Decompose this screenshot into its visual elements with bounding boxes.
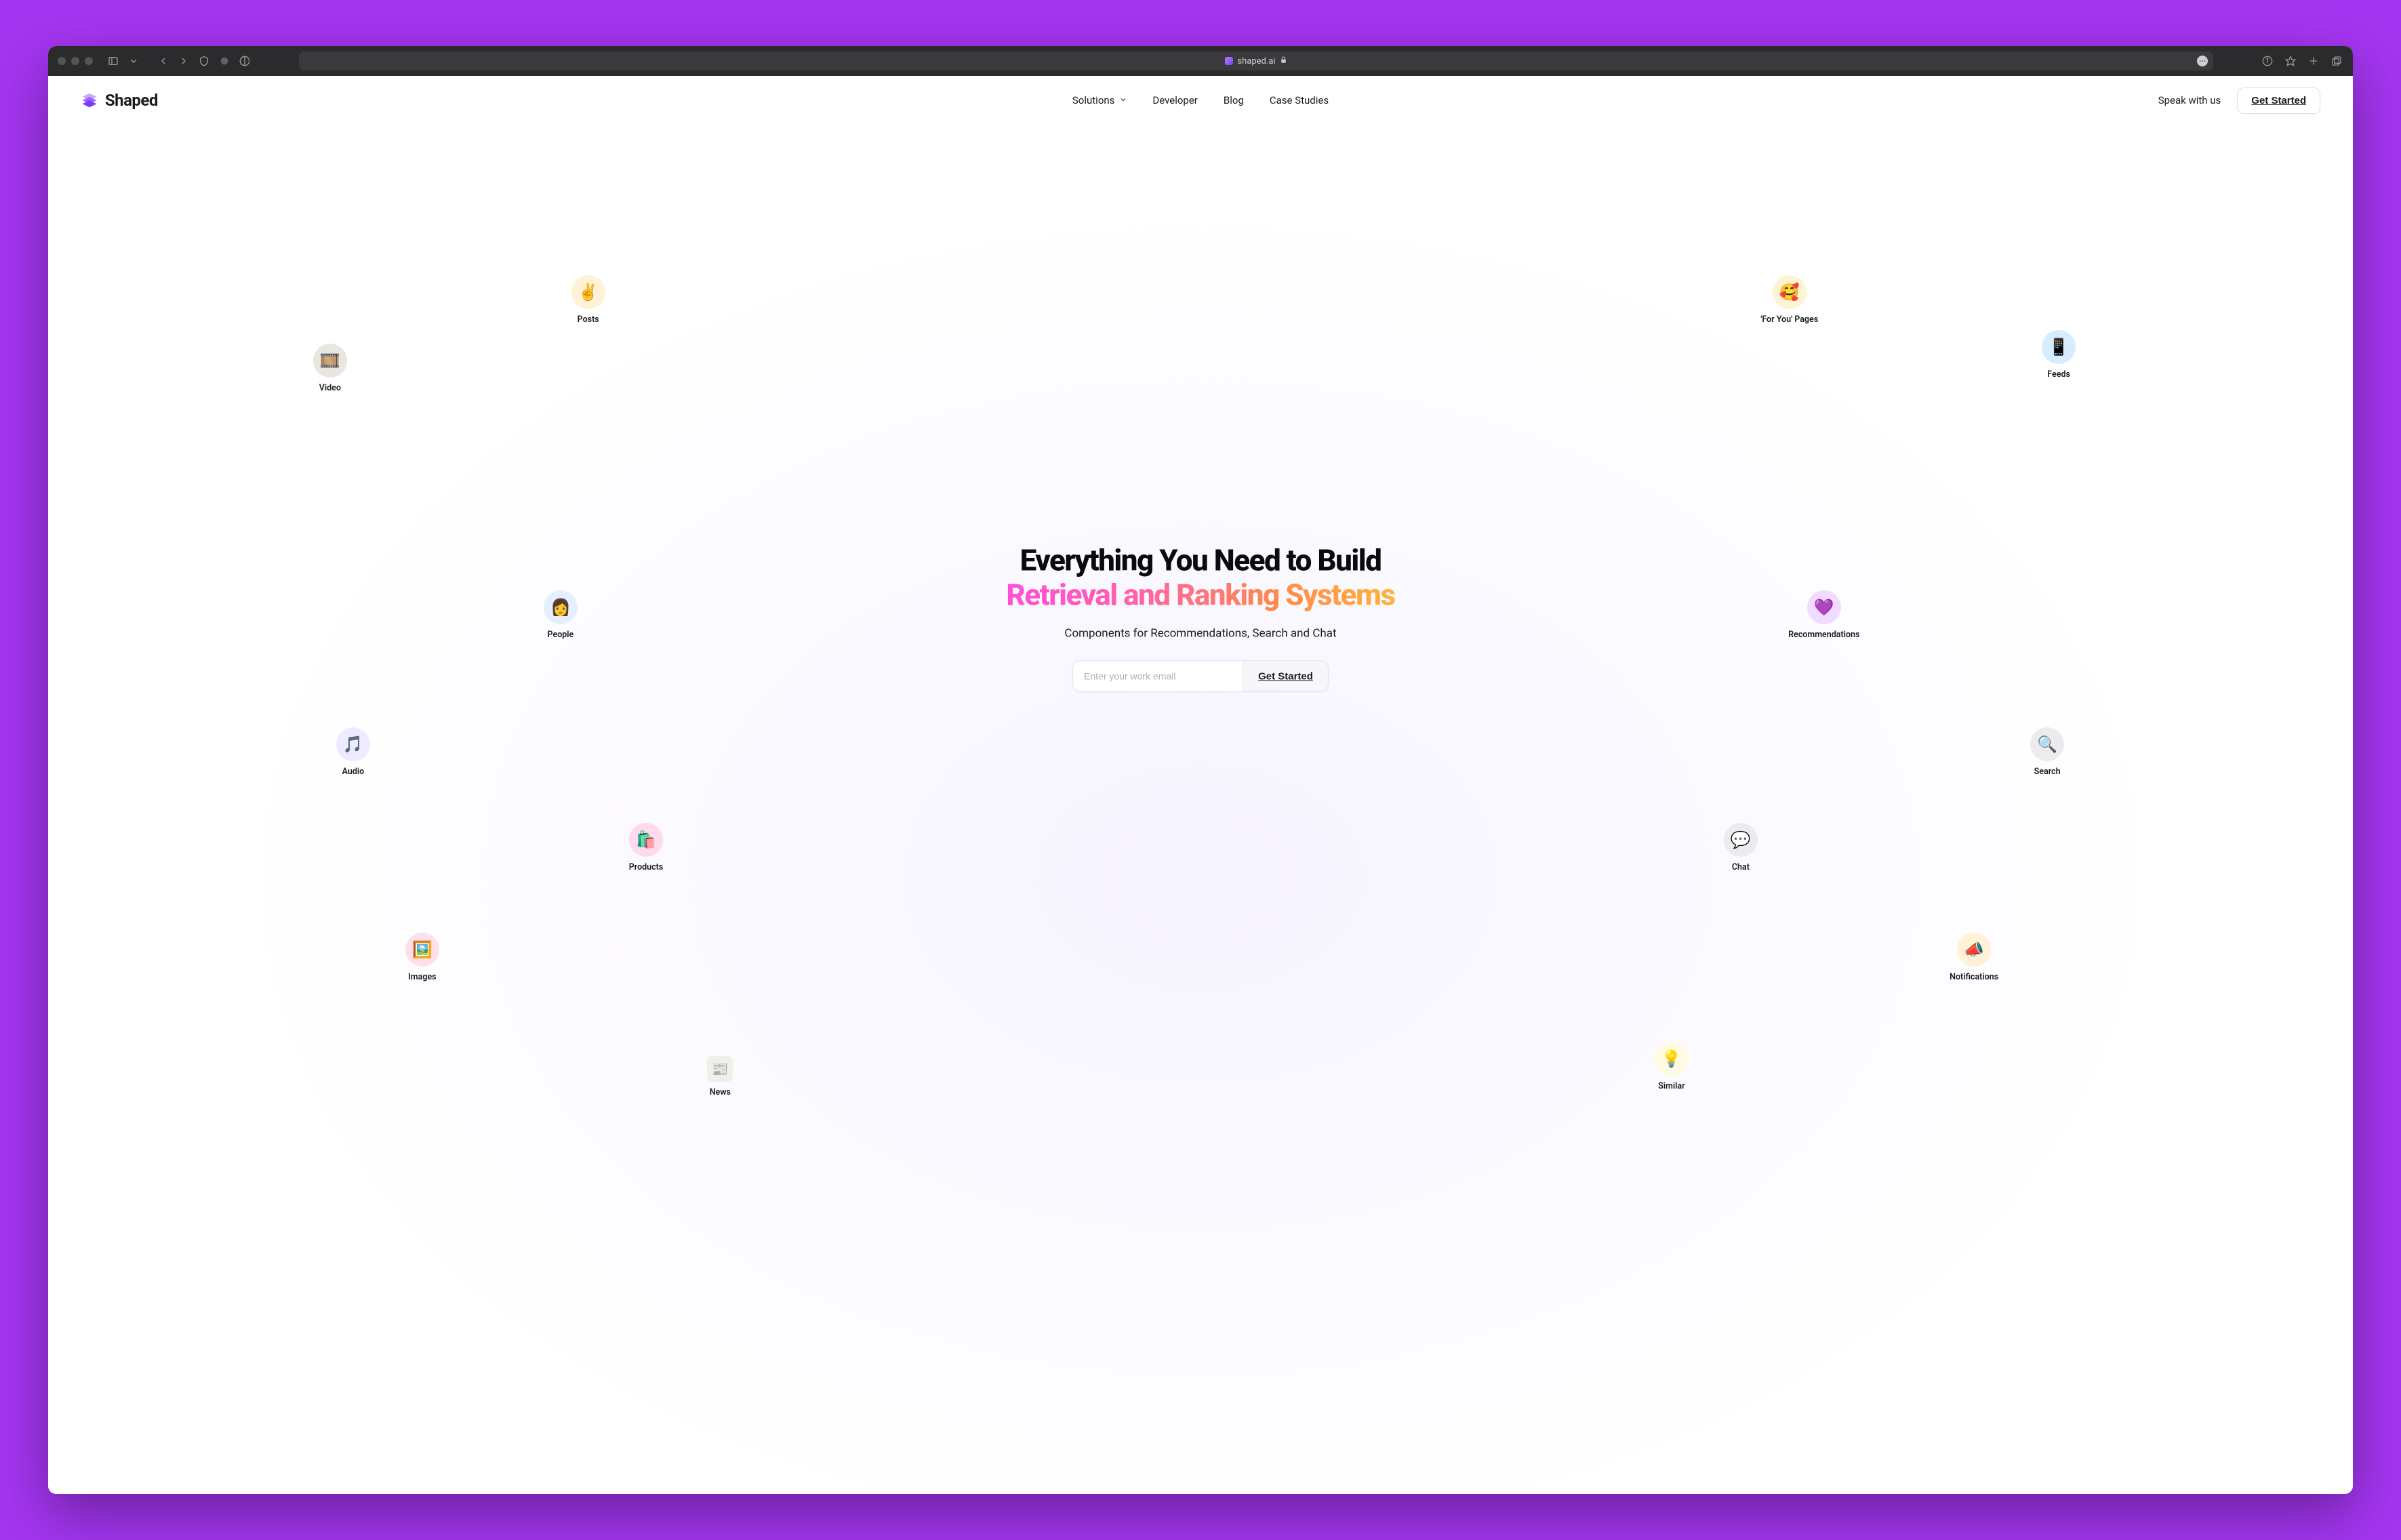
tabs-icon[interactable] [2330,56,2343,66]
nav-links: Solutions Developer Blog Case Studies [1072,94,1329,106]
chevron-down-icon[interactable] [127,56,140,66]
headline-line1: Everything You Need to Build [1020,543,1381,578]
chip-products: 🛍️ Products [629,823,664,872]
nav-right: Speak with us Get Started [2158,87,2320,114]
chip-label: Similar [1658,1081,1684,1091]
nav-case-studies[interactable]: Case Studies [1270,94,1329,106]
hero-subtitle: Components for Recommendations, Search a… [963,627,1438,641]
chevron-down-icon [1118,94,1127,106]
chip-label: Notifications [1950,972,1998,982]
favicon [1225,57,1233,65]
brand[interactable]: Shaped [81,91,158,110]
signup-get-started-button[interactable]: Get Started [1243,662,1328,691]
picture-icon: 🖼️ [405,933,439,967]
get-started-button[interactable]: Get Started [2237,87,2320,114]
magnifier-icon: 🔍 [2030,727,2064,761]
smiling-hearts-icon: 🥰 [1773,275,1807,309]
chip-label: 'For You' Pages [1760,315,1818,325]
nav-link-label: Solutions [1072,94,1115,106]
phone-icon: 📱 [2042,330,2076,364]
shield-icon[interactable] [197,56,211,66]
chip-notifications: 📣 Notifications [1950,933,1998,982]
page-content: Shaped Solutions Developer Blog Case Stu… [48,76,2353,1494]
back-icon[interactable] [157,56,170,66]
chip-label: Images [408,972,436,982]
chip-people: 👩 People [544,590,578,640]
chip-label: Posts [578,315,599,325]
chip-label: Chat [1732,862,1750,872]
chip-posts: ✌️ Posts [571,275,605,325]
brand-name: Shaped [105,91,158,110]
maximize-dot[interactable] [85,57,93,65]
signup-box: Get Started [1072,661,1329,692]
chip-news: 📰 News [707,1056,733,1097]
film-icon: 🎞️ [313,344,347,378]
chip-label: Recommendations [1788,630,1859,640]
chip-recommendations: 💜 Recommendations [1788,590,1859,640]
chip-label: Audio [342,767,365,777]
window-controls [58,57,93,65]
info-icon[interactable] [2261,56,2274,66]
address-bar[interactable]: shaped.ai ⋯ [299,52,2213,70]
close-dot[interactable] [58,57,66,65]
person-icon: 👩 [544,590,578,624]
hero-center: Everything You Need to Build Retrieval a… [963,544,1438,692]
headline-line2: Retrieval and Ranking Systems [1006,577,1394,612]
chip-search: 🔍 Search [2030,727,2064,777]
chip-chat: 💬 Chat [1724,823,1758,872]
nav-solutions[interactable]: Solutions [1072,94,1127,106]
hero-headline: Everything You Need to Build Retrieval a… [963,544,1438,612]
megaphone-icon: 📣 [1957,933,1991,967]
chip-label: People [548,630,574,640]
shopping-bags-icon: 🛍️ [629,823,663,857]
url-text: shaped.ai [1237,56,1275,66]
forward-icon[interactable] [177,56,190,66]
chip-label: Search [2034,767,2061,777]
chip-label: Feeds [2047,369,2070,380]
sidebar-toggle-icon[interactable] [106,56,120,66]
chip-images: 🖼️ Images [405,933,439,982]
reader-icon[interactable] [238,56,251,66]
more-icon[interactable]: ⋯ [2197,56,2208,66]
chip-label: News [710,1087,731,1097]
newspaper-icon: 📰 [707,1056,733,1082]
chrome-right-controls [2261,56,2343,66]
chip-foryou: 🥰 'For You' Pages [1760,275,1818,325]
chip-similar: 💡 Similar [1655,1042,1689,1091]
extension-icon[interactable] [218,56,231,66]
plus-icon[interactable] [2307,56,2320,66]
lock-icon [1280,56,1287,66]
chip-label: Products [629,862,664,872]
site-nav: Shaped Solutions Developer Blog Case Stu… [48,76,2353,125]
star-icon[interactable] [2284,56,2297,66]
chip-feeds: 📱 Feeds [2042,330,2076,380]
chip-audio: 🎵 Audio [336,727,370,777]
nav-blog[interactable]: Blog [1224,94,1244,106]
browser-window: shaped.ai ⋯ [48,46,2353,1494]
speak-with-us-link[interactable]: Speak with us [2158,94,2221,106]
victory-hand-icon: ✌️ [571,275,605,309]
browser-chrome: shaped.ai ⋯ [48,46,2353,76]
heart-icon: 💜 [1807,590,1841,624]
lightbulb-icon: 💡 [1655,1042,1689,1076]
brand-logo-icon [81,92,98,109]
chip-video: 🎞️ Video [313,344,347,393]
speech-bubble-icon: 💬 [1724,823,1758,857]
music-note-icon: 🎵 [336,727,370,761]
email-input[interactable] [1073,662,1243,691]
hero: Everything You Need to Build Retrieval a… [48,125,2353,1494]
minimize-dot[interactable] [71,57,79,65]
nav-developer[interactable]: Developer [1152,94,1198,106]
signup-form: Get Started [963,661,1438,692]
chip-label: Video [319,383,341,393]
